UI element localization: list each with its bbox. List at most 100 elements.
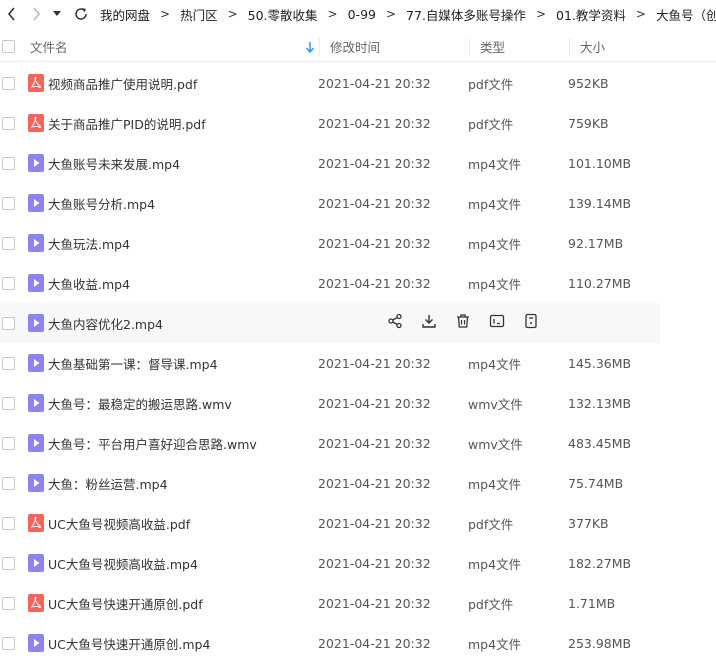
select-all-checkbox[interactable] [2,40,15,53]
file-type: mp4文件 [468,156,522,172]
breadcrumb-separator: > [635,7,646,21]
row-checkbox[interactable] [2,556,15,570]
file-type: pdf文件 [468,116,514,132]
row-checkbox[interactable] [2,76,15,90]
forward-button[interactable] [24,0,48,28]
column-size-label: 大小 [580,40,606,55]
column-modified[interactable]: 修改时间 [320,32,470,62]
file-name[interactable]: 大鱼号：最稳定的搬运思路.wmv [48,394,318,413]
row-checkbox[interactable] [2,236,15,250]
file-size: 1.71MB [568,595,616,611]
file-name[interactable]: UC大鱼号视频高收益.mp4 [48,554,318,573]
file-row[interactable]: 大鱼：粉丝运营.mp4 2021-04-21 20:32 mp4文件 75.74MB [0,463,716,503]
file-name[interactable]: 大鱼玩法.mp4 [48,234,318,253]
file-name[interactable]: 大鱼收益.mp4 [48,274,318,293]
file-name[interactable]: 大鱼基础第一课：督导课.mp4 [48,354,318,373]
file-row[interactable]: 大鱼玩法.mp4 2021-04-21 20:32 mp4文件 92.17MB [0,223,716,263]
video-icon [28,314,44,332]
file-name[interactable]: 大鱼账号分析.mp4 [48,194,318,213]
file-modified-time: 2021-04-21 20:32 [318,155,431,171]
file-size: 253.98MB [568,635,632,651]
row-checkbox-cell [0,396,20,410]
file-modified-time: 2021-04-21 20:32 [318,75,431,91]
breadcrumb-item[interactable]: 大鱼号（创作运营） [656,5,716,24]
breadcrumb-item[interactable]: 01.教学资料 [556,5,626,24]
breadcrumb-separator: > [385,7,397,21]
row-checkbox-cell [0,276,20,290]
breadcrumb-item[interactable]: 77.自媒体多账号操作 [406,5,526,24]
caret-down-icon [53,11,61,16]
rename-button[interactable] [488,314,506,332]
file-name[interactable]: 大鱼内容优化2.mp4 [48,314,318,333]
breadcrumb-item[interactable]: 0-99 [348,7,376,22]
video-icon [28,274,44,292]
delete-button[interactable] [454,314,472,332]
row-checkbox-cell [0,636,20,650]
file-name[interactable]: 视频商品推广使用说明.pdf [48,74,318,93]
file-type: mp4文件 [468,196,522,212]
breadcrumb-item[interactable]: 50.零散收集 [248,5,318,24]
file-modified-time: 2021-04-21 20:32 [318,475,431,491]
refresh-button[interactable] [66,0,96,28]
file-name[interactable]: 大鱼号：平台用户喜好迎合思路.wmv [48,434,318,453]
more-icon [523,313,539,333]
chevron-right-icon [33,7,41,21]
more-button[interactable] [522,313,540,333]
row-checkbox[interactable] [2,276,15,290]
row-checkbox[interactable] [2,516,15,530]
share-button[interactable] [386,313,404,332]
file-row[interactable]: UC大鱼号快速开通原创.pdf 2021-04-21 20:32 pdf文件 1.71… [0,583,716,623]
file-row[interactable]: UC大鱼号视频高收益.pdf 2021-04-21 20:32 pdf文件 377KB [0,503,716,543]
row-checkbox[interactable] [2,436,15,450]
file-row[interactable]: 大鱼收益.mp4 2021-04-21 20:32 mp4文件 110.27MB [0,263,716,303]
file-row[interactable]: UC大鱼号视频高收益.mp4 2021-04-21 20:32 mp4文件 182.2… [0,543,716,583]
row-checkbox[interactable] [2,156,15,170]
download-icon [421,313,437,333]
file-name[interactable]: 关于商品推广PID的说明.pdf [48,114,318,133]
row-checkbox[interactable] [2,196,15,210]
file-name[interactable]: 大鱼：粉丝运营.mp4 [48,474,318,493]
file-type: mp4文件 [468,236,522,252]
download-button[interactable] [420,314,438,332]
file-list-header: 文件名 修改时间 类型 大小 [0,32,716,62]
column-type[interactable]: 类型 [470,32,570,62]
column-name[interactable]: 文件名 [20,32,320,62]
file-size: 110.27MB [568,275,632,291]
row-checkbox[interactable] [2,636,15,650]
breadcrumb-item[interactable]: 我的网盘 [100,5,150,24]
back-button[interactable] [0,0,24,28]
sort-arrow-down-icon[interactable] [306,41,314,53]
file-row[interactable]: 视频商品推广使用说明.pdf 2021-04-21 20:32 pdf文件 952KB [0,63,716,103]
column-size[interactable]: 大小 [570,32,716,62]
file-name[interactable]: 大鱼账号未来发展.mp4 [48,154,318,173]
delete-icon [455,313,471,333]
column-type-label: 类型 [480,40,506,55]
file-modified-time: 2021-04-21 20:32 [318,275,431,291]
row-checkbox[interactable] [2,596,15,610]
row-checkbox[interactable] [2,356,15,370]
video-icon [28,554,44,572]
file-name[interactable]: UC大鱼号快速开通原创.mp4 [48,634,318,653]
file-row[interactable]: 大鱼号：最稳定的搬运思路.wmv 2021-04-21 20:32 wmv文件 132… [0,383,716,423]
breadcrumb-item[interactable]: 热门区 [180,5,218,24]
pdf-icon [28,594,44,612]
row-checkbox[interactable] [2,396,15,410]
file-row[interactable]: 关于商品推广PID的说明.pdf 2021-04-21 20:32 pdf文件 759… [0,103,716,143]
row-checkbox[interactable] [2,316,15,330]
row-checkbox[interactable] [2,116,15,130]
file-name[interactable]: UC大鱼号快速开通原创.pdf [48,594,318,613]
file-modified-time: 2021-04-21 20:32 [318,595,431,611]
file-modified-time: 2021-04-21 20:32 [318,235,431,251]
file-row[interactable]: 大鱼内容优化2.mp4 [0,303,660,343]
file-name[interactable]: UC大鱼号视频高收益.pdf [48,514,318,533]
file-row[interactable]: 大鱼号：平台用户喜好迎合思路.wmv 2021-04-21 20:32 wmv文件 4… [0,423,716,463]
refresh-icon [75,8,87,20]
file-row[interactable]: 大鱼基础第一课：督导课.mp4 2021-04-21 20:32 mp4文件 145.… [0,343,716,383]
row-checkbox[interactable] [2,476,15,490]
history-dropdown-button[interactable] [48,0,66,28]
file-modified-time: 2021-04-21 20:32 [318,515,431,531]
file-row[interactable]: UC大鱼号快速开通原创.mp4 2021-04-21 20:32 mp4文件 253.… [0,623,716,660]
file-row[interactable]: 大鱼账号未来发展.mp4 2021-04-21 20:32 mp4文件 101.10M… [0,143,716,183]
breadcrumb-separator: > [160,7,171,21]
file-row[interactable]: 大鱼账号分析.mp4 2021-04-21 20:32 mp4文件 139.14MB [0,183,716,223]
